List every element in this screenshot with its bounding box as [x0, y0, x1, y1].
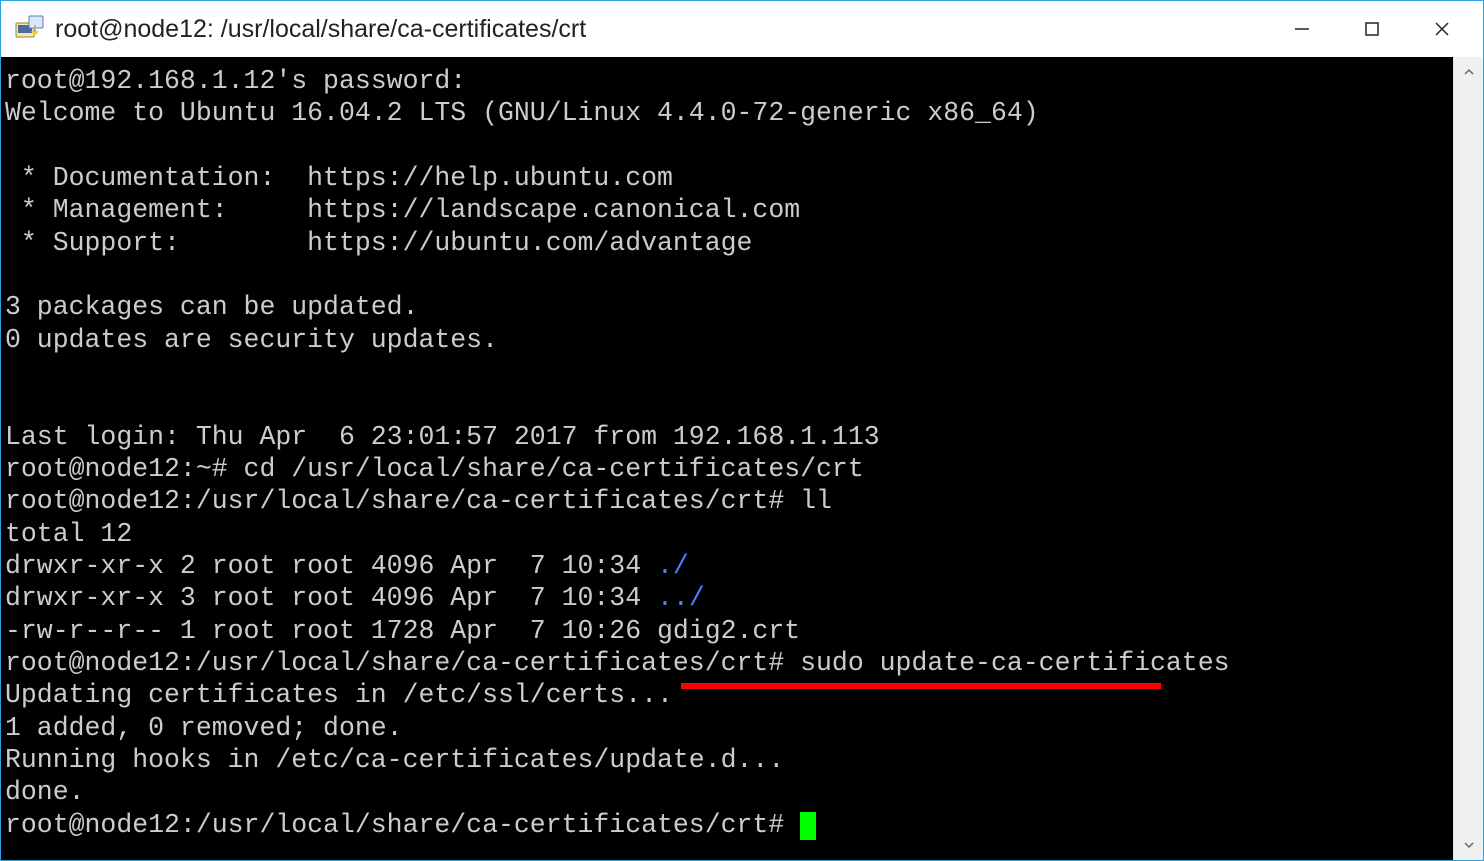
term-line: -rw-r--r-- 1 root root 1728 Apr 7 10:26 …: [5, 616, 800, 646]
scroll-up-icon[interactable]: [1454, 57, 1483, 87]
terminal[interactable]: root@192.168.1.12's password: Welcome to…: [1, 57, 1453, 860]
term-line: root@node12:~# cd /usr/local/share/ca-ce…: [5, 454, 864, 484]
term-prompt: root@node12:/usr/local/share/ca-certific…: [5, 810, 800, 840]
maximize-button[interactable]: [1337, 6, 1407, 52]
term-line: * Documentation: https://help.ubuntu.com: [5, 163, 673, 193]
term-line: Running hooks in /etc/ca-certificates/up…: [5, 745, 784, 775]
putty-icon: [13, 13, 45, 45]
close-button[interactable]: [1407, 6, 1477, 52]
vertical-scrollbar[interactable]: [1453, 57, 1483, 860]
term-line: drwxr-xr-x 2 root root 4096 Apr 7 10:34: [5, 551, 657, 581]
dir-link: ../: [657, 583, 705, 613]
term-line: * Management: https://landscape.canonica…: [5, 195, 800, 225]
term-line: Last login: Thu Apr 6 23:01:57 2017 from…: [5, 422, 880, 452]
term-line: root@node12:/usr/local/share/ca-certific…: [5, 648, 1230, 678]
window-titlebar: root@node12: /usr/local/share/ca-certifi…: [1, 1, 1483, 57]
content-area: root@192.168.1.12's password: Welcome to…: [1, 57, 1483, 860]
term-line: 3 packages can be updated.: [5, 292, 418, 322]
term-line: 0 updates are security updates.: [5, 325, 498, 355]
term-line: done.: [5, 777, 85, 807]
highlight-underline: [681, 683, 1161, 689]
terminal-cursor: [800, 812, 816, 840]
term-line: 1 added, 0 removed; done.: [5, 713, 403, 743]
term-line: root@node12:/usr/local/share/ca-certific…: [5, 486, 832, 516]
term-line: root@192.168.1.12's password:: [5, 66, 466, 96]
dir-link: ./: [657, 551, 689, 581]
term-line: Welcome to Ubuntu 16.04.2 LTS (GNU/Linux…: [5, 98, 1039, 128]
term-line: total 12: [5, 519, 132, 549]
window-title: root@node12: /usr/local/share/ca-certifi…: [55, 15, 1267, 44]
minimize-button[interactable]: [1267, 6, 1337, 52]
term-line: * Support: https://ubuntu.com/advantage: [5, 228, 752, 258]
window-controls: [1267, 6, 1477, 52]
term-line: Updating certificates in /etc/ssl/certs.…: [5, 680, 673, 710]
term-line: drwxr-xr-x 3 root root 4096 Apr 7 10:34: [5, 583, 657, 613]
scrollbar-track[interactable]: [1454, 87, 1483, 830]
scroll-down-icon[interactable]: [1454, 830, 1483, 860]
